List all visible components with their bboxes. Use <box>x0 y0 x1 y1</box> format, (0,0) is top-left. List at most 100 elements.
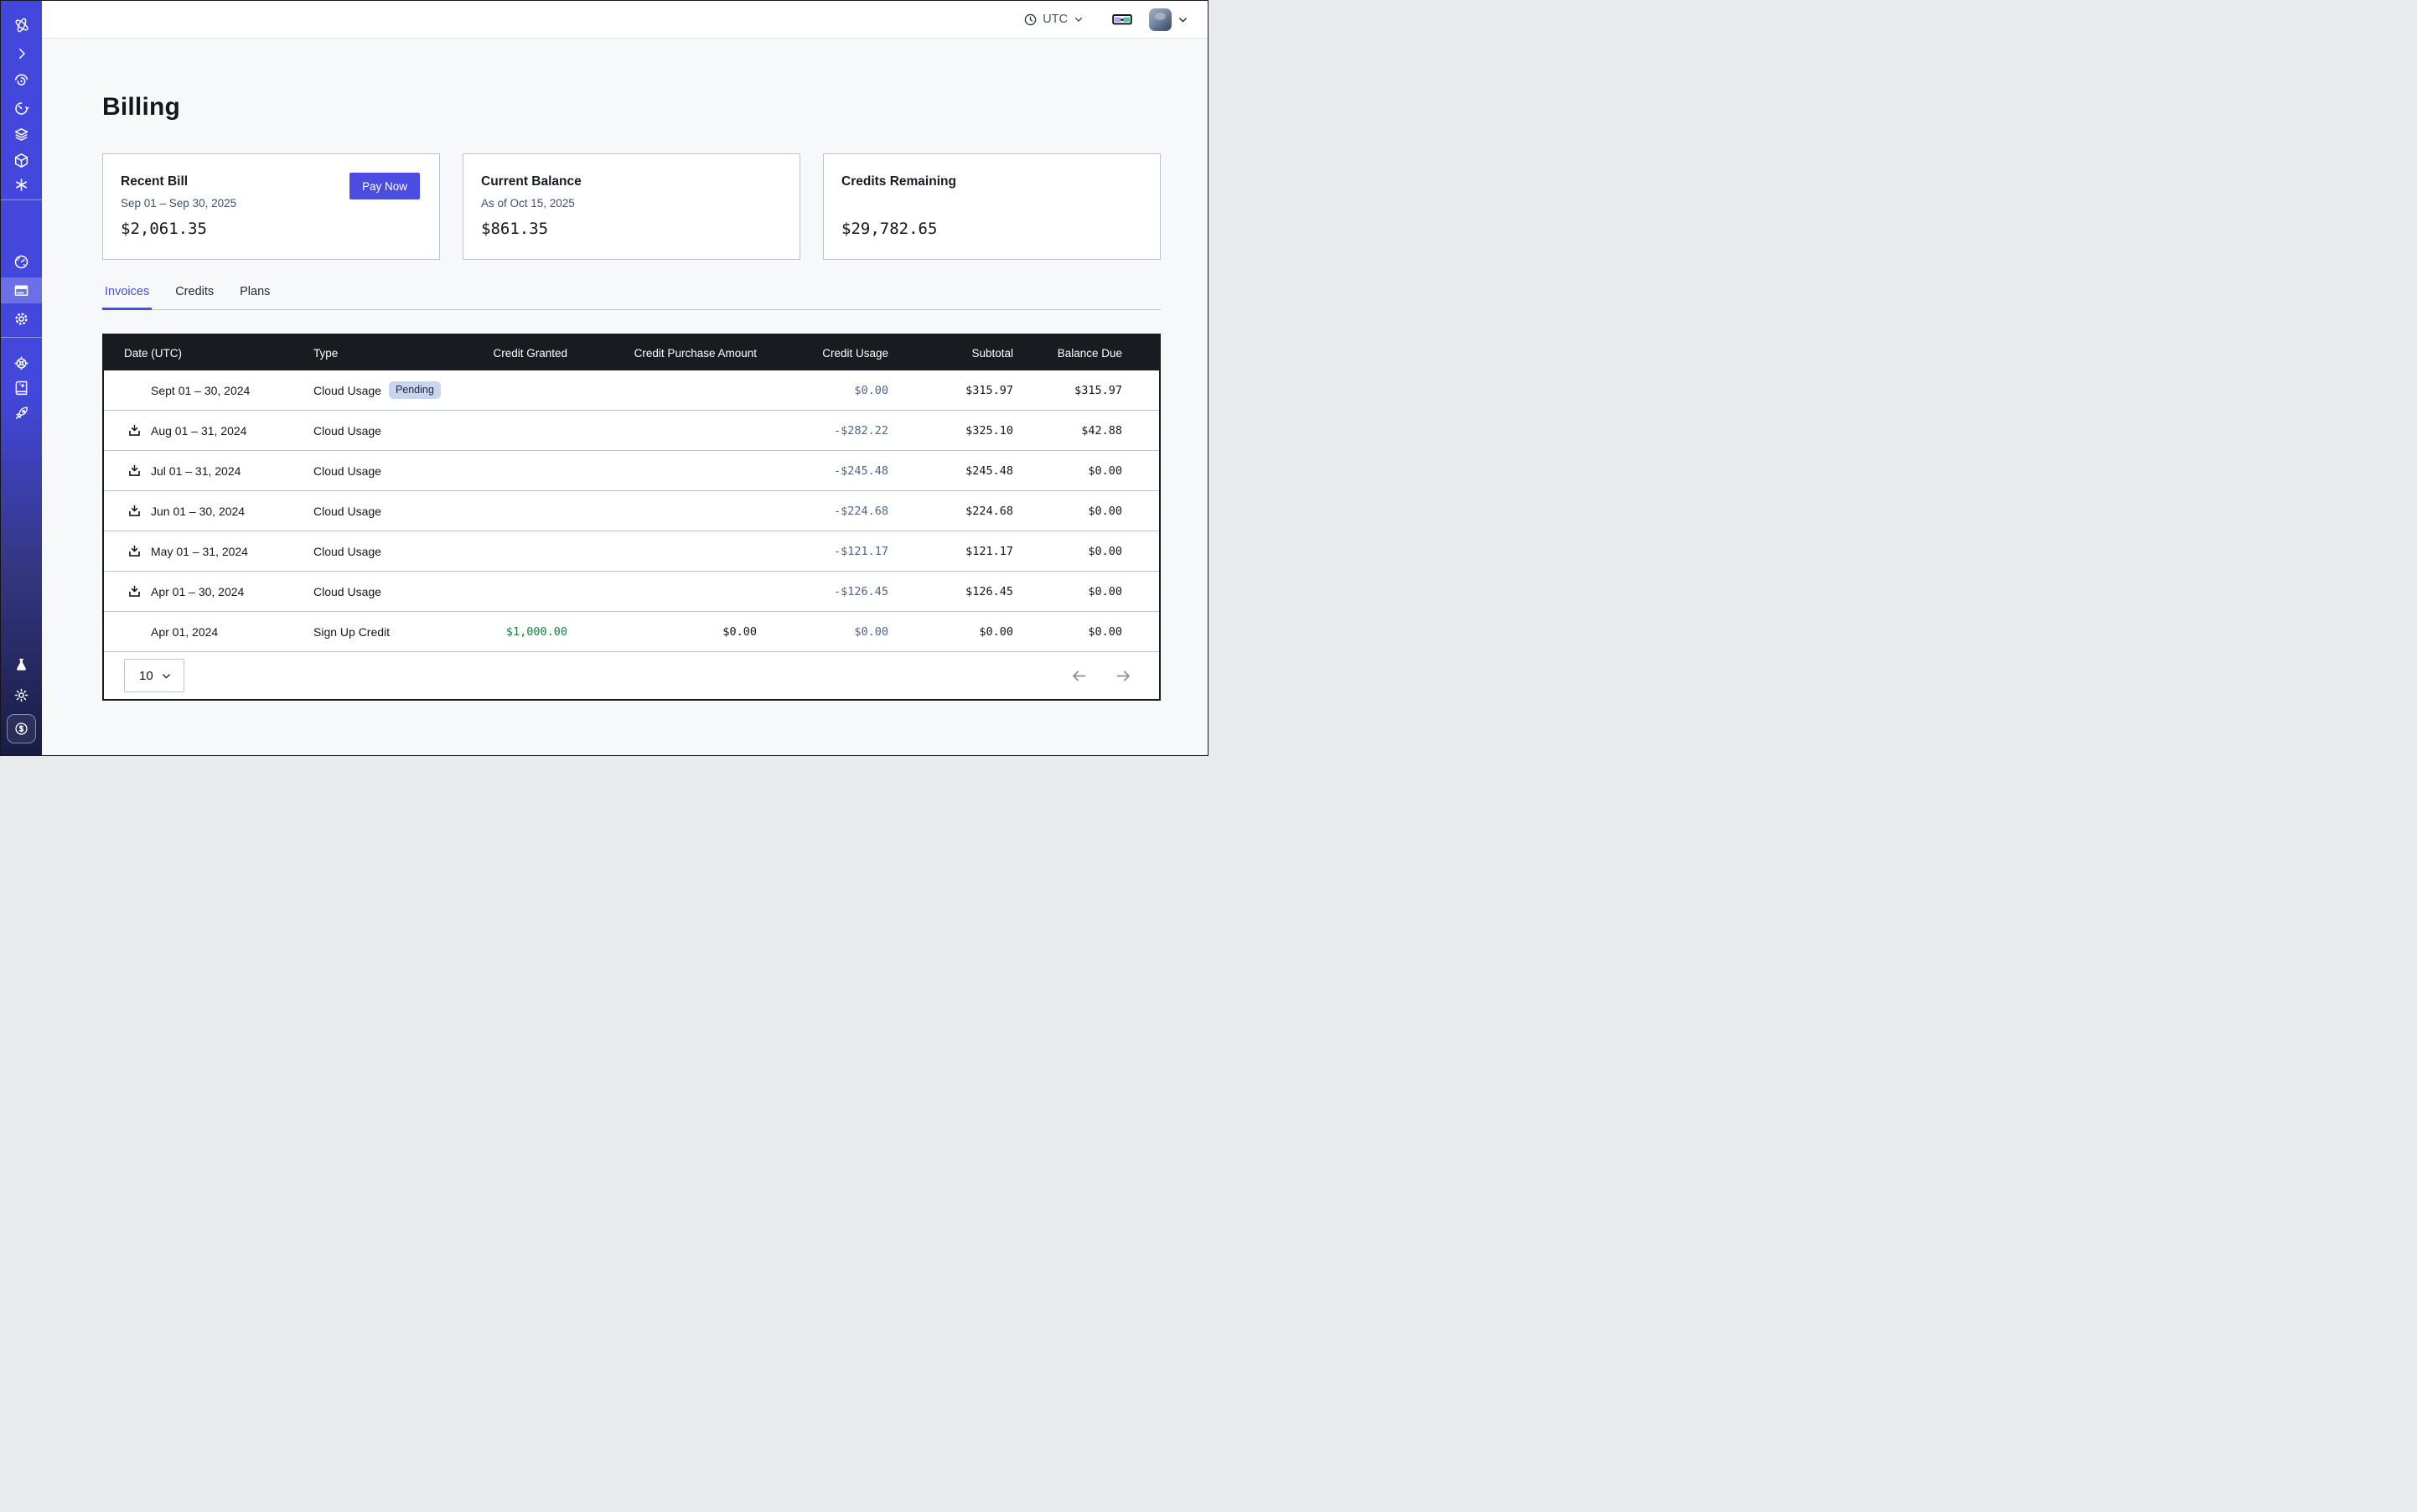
invoice-type: Cloud Usage <box>313 545 381 558</box>
page-size-value: 10 <box>139 669 153 683</box>
subtotal-value: $315.97 <box>888 384 1013 397</box>
invoice-date: Apr 01 – 30, 2024 <box>151 585 244 598</box>
sidebar-expand-chevron-right-icon[interactable] <box>1 39 42 68</box>
subtotal-value: $325.10 <box>888 424 1013 438</box>
timezone-selector[interactable]: UTC <box>1023 13 1084 27</box>
invoice-date-cell: Apr 01 – 30, 2024 <box>104 584 313 598</box>
billing-tabs: Invoices Credits Plans <box>102 285 1161 310</box>
credit-usage-value: -$126.45 <box>757 585 888 598</box>
tab-plans[interactable]: Plans <box>237 285 272 310</box>
pay-now-button[interactable]: Pay Now <box>349 173 420 199</box>
logo-orbit-icon[interactable] <box>1 11 42 39</box>
recent-bill-card: Recent Bill Sep 01 – Sep 30, 2025 $2,061… <box>102 153 440 260</box>
table-row: Jun 01 – 30, 2024Cloud Usage-$224.68$224… <box>104 491 1159 531</box>
invoice-type: Cloud Usage <box>313 384 381 397</box>
billing-summary-cards: Recent Bill Sep 01 – Sep 30, 2025 $2,061… <box>102 153 1161 260</box>
layers-icon[interactable] <box>1 120 42 148</box>
col-credit-usage: Credit Usage <box>757 347 888 360</box>
table-row: Aug 01 – 31, 2024Cloud Usage-$282.22$325… <box>104 411 1159 451</box>
sidebar-item-labs-flask-icon[interactable] <box>1 650 42 679</box>
invoice-date-cell: May 01 – 31, 2024 <box>104 544 313 558</box>
col-type: Type <box>313 347 464 360</box>
card-subtitle: As of Oct 15, 2025 <box>481 197 782 210</box>
table-row: Sept 01 – 30, 2024 Cloud UsagePending $0.0… <box>104 370 1159 411</box>
invoice-type-cell: Cloud Usage <box>313 505 464 518</box>
account-menu-chevron-down-icon[interactable] <box>1177 13 1189 26</box>
invoice-type-cell: Cloud Usage <box>313 424 464 438</box>
invoice-date: Apr 01, 2024 <box>151 625 218 639</box>
invoice-type: Cloud Usage <box>313 505 381 518</box>
main-content: Billing Recent Bill Sep 01 – Sep 30, 202… <box>42 39 1208 755</box>
asterisk-icon[interactable] <box>1 170 42 199</box>
balance-due-value: $42.88 <box>1013 424 1122 438</box>
invoice-date: May 01 – 31, 2024 <box>151 545 248 558</box>
spiral-eye-icon[interactable] <box>1 66 42 95</box>
invoice-date: Sept 01 – 30, 2024 <box>151 384 250 397</box>
sidebar-item-docs-book-icon[interactable] <box>1 373 42 401</box>
credit-usage-value: -$245.48 <box>757 464 888 478</box>
tab-credits[interactable]: Credits <box>173 285 216 310</box>
balance-due-value: $0.00 <box>1013 585 1122 598</box>
sidebar <box>1 1 42 755</box>
credit-usage-value: -$282.22 <box>757 424 888 438</box>
subtotal-value: $121.17 <box>888 545 1013 558</box>
invoice-type: Cloud Usage <box>313 585 381 598</box>
invoice-type-cell: Cloud UsagePending <box>313 381 464 399</box>
invoices-table: Date (UTC) Type Credit Granted Credit Pu… <box>102 334 1161 701</box>
recent-bill-amount: $2,061.35 <box>121 220 207 238</box>
col-credit-purchase-amount: Credit Purchase Amount <box>567 347 757 360</box>
sidebar-item-usage-gauge[interactable] <box>1 247 42 276</box>
credit-usage-value: -$121.17 <box>757 545 888 558</box>
invoice-date-cell: Sept 01 – 30, 2024 <box>104 384 313 397</box>
invoice-type-cell: Sign Up Credit <box>313 625 464 639</box>
credits-dollar-badge-button[interactable] <box>7 714 36 743</box>
invoice-type: Cloud Usage <box>313 464 381 478</box>
subtotal-value: $0.00 <box>888 625 1013 639</box>
table-row: Apr 01, 2024Sign Up Credit$1,000.00$0.00… <box>104 612 1159 652</box>
sidebar-item-settings-gear-icon[interactable] <box>1 304 42 333</box>
timezone-label: UTC <box>1043 13 1068 26</box>
next-page-arrow-right-icon[interactable] <box>1115 667 1132 685</box>
theme-sun-icon[interactable] <box>1 681 42 709</box>
sidebar-divider <box>1 337 42 338</box>
credit-purchase-amount-value: $0.00 <box>567 625 757 639</box>
card-title: Current Balance <box>481 174 782 189</box>
subtotal-value: $224.68 <box>888 505 1013 518</box>
balance-due-value: $0.00 <box>1013 505 1122 518</box>
previous-page-arrow-left-icon[interactable] <box>1070 667 1088 685</box>
current-balance-card: Current Balance As of Oct 15, 2025 $861.… <box>463 153 800 260</box>
credits-remaining-card: Credits Remaining $29,782.65 <box>823 153 1161 260</box>
chevron-down-icon <box>1073 13 1084 25</box>
balance-due-value: $0.00 <box>1013 545 1122 558</box>
download-invoice-icon[interactable] <box>127 584 142 598</box>
invoice-type: Cloud Usage <box>313 424 381 438</box>
sidebar-divider <box>1 199 42 200</box>
credits-remaining-amount: $29,782.65 <box>841 220 937 238</box>
download-invoice-icon[interactable] <box>127 463 142 478</box>
table-row: May 01 – 31, 2024 Cloud Usage -$121.17$121… <box>104 531 1159 572</box>
download-invoice-icon[interactable] <box>127 544 142 558</box>
table-row: Jul 01 – 31, 2024Cloud Usage-$245.48$245… <box>104 451 1159 491</box>
user-avatar[interactable] <box>1149 8 1172 31</box>
chevron-down-icon <box>160 670 173 682</box>
history-timer-icon[interactable] <box>1 94 42 122</box>
tab-invoices[interactable]: Invoices <box>102 285 152 310</box>
invoice-date-cell: Jun 01 – 30, 2024 <box>104 504 313 518</box>
topbar: UTC <box>42 1 1208 39</box>
credit-usage-value: $0.00 <box>757 625 888 639</box>
sidebar-item-billing[interactable] <box>1 277 42 303</box>
download-invoice-icon[interactable] <box>127 423 142 438</box>
balance-due-value: $315.97 <box>1013 384 1122 397</box>
subtotal-value: $126.45 <box>888 585 1013 598</box>
3d-glasses-icon[interactable] <box>1112 13 1132 27</box>
invoice-date-cell: Jul 01 – 31, 2024 <box>104 463 313 478</box>
current-balance-amount: $861.35 <box>481 220 548 238</box>
page-size-select[interactable]: 10 <box>124 659 184 692</box>
invoice-type: Sign Up Credit <box>313 625 390 639</box>
page-title: Billing <box>102 92 1161 122</box>
credit-usage-value: $0.00 <box>757 384 888 397</box>
invoice-type-cell: Cloud Usage <box>313 585 464 598</box>
app-window: UTC Billing Recent Bill S <box>0 0 1208 756</box>
sidebar-item-rocket-icon[interactable] <box>1 399 42 427</box>
download-invoice-icon[interactable] <box>127 504 142 518</box>
